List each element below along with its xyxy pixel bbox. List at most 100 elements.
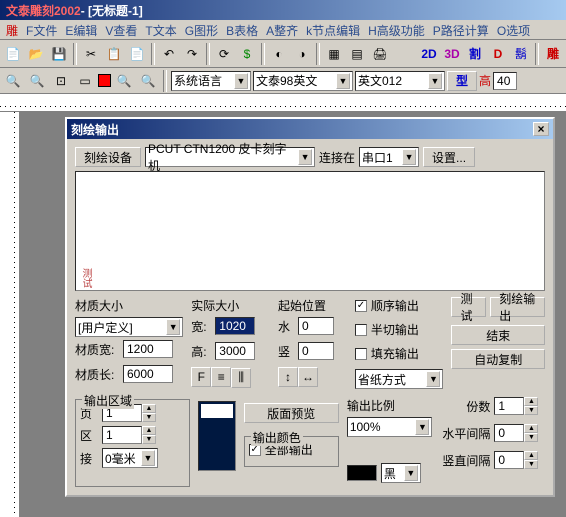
- mat-length-input[interactable]: [123, 365, 173, 383]
- thumb-preview: [198, 401, 236, 471]
- real-size-label: 实际大小: [191, 297, 270, 314]
- 3d-button[interactable]: 3D: [441, 43, 463, 65]
- font2-combo[interactable]: 英文012▼: [355, 71, 445, 91]
- real-width-input[interactable]: [215, 317, 255, 335]
- redo-icon[interactable]: ↷: [181, 43, 203, 65]
- close-icon[interactable]: ×: [533, 122, 549, 136]
- ruler-horizontal: [0, 94, 566, 112]
- font1-combo[interactable]: 文泰98英文▼: [253, 71, 353, 91]
- copies-up[interactable]: ▲: [524, 397, 538, 406]
- page-down[interactable]: ▼: [142, 413, 156, 422]
- start-x-input[interactable]: [298, 317, 334, 335]
- output-button[interactable]: 刻绘输出: [490, 297, 545, 317]
- refresh-icon[interactable]: ⟳: [213, 43, 235, 65]
- d-button[interactable]: D: [487, 43, 509, 65]
- cut-button[interactable]: 割: [464, 43, 486, 65]
- menu-graphic[interactable]: G图形: [185, 22, 218, 37]
- device-button[interactable]: 刻绘设备: [75, 147, 141, 167]
- vgap-down[interactable]: ▼: [524, 460, 538, 469]
- menu-advanced[interactable]: H高级功能: [368, 22, 425, 37]
- menu-carve[interactable]: 雕: [6, 22, 18, 37]
- hgap-input[interactable]: [494, 424, 524, 442]
- zone-down[interactable]: ▼: [142, 435, 156, 444]
- cut-icon[interactable]: ✂: [80, 43, 102, 65]
- seq-checkbox[interactable]: ✓: [355, 300, 367, 312]
- zoom-all-icon[interactable]: 🔍: [137, 70, 159, 92]
- copies-input[interactable]: [494, 397, 524, 415]
- half-checkbox[interactable]: [355, 324, 367, 336]
- zoom-sel-icon[interactable]: 🔍: [113, 70, 135, 92]
- ratio-combo[interactable]: 100%▼: [347, 417, 433, 437]
- page-up[interactable]: ▲: [142, 404, 156, 413]
- color-red[interactable]: [98, 74, 111, 87]
- menu-text[interactable]: T文本: [145, 22, 176, 37]
- undo-icon[interactable]: ↶: [158, 43, 180, 65]
- pos2-icon[interactable]: ↔: [298, 367, 318, 387]
- canvas[interactable]: 刻绘输出 × 刻绘设备 PCUT CTN1200 皮卡刻字机▼ 连接在 串口1▼…: [20, 112, 566, 517]
- menu-table[interactable]: B表格: [226, 22, 258, 37]
- zone-up[interactable]: ▲: [142, 426, 156, 435]
- vgap-up[interactable]: ▲: [524, 451, 538, 460]
- open-icon[interactable]: 📂: [25, 43, 47, 65]
- page-preview-button[interactable]: 版面预览: [244, 403, 339, 423]
- new-icon[interactable]: 📄: [2, 43, 24, 65]
- color-swatch[interactable]: [347, 465, 377, 481]
- copy-icon[interactable]: 📋: [103, 43, 125, 65]
- real-height-input[interactable]: [215, 342, 255, 360]
- paper-combo[interactable]: 省纸方式▼: [355, 369, 444, 389]
- pos1-icon[interactable]: ↕: [278, 367, 298, 387]
- color-combo[interactable]: 黑▼: [381, 463, 421, 483]
- type-button[interactable]: 型: [447, 71, 477, 91]
- menu-node[interactable]: k节点编辑: [306, 22, 360, 37]
- end-button[interactable]: 结束: [451, 325, 545, 345]
- dialog-titlebar[interactable]: 刻绘输出 ×: [67, 119, 553, 139]
- tool-icon[interactable]: ◐: [268, 43, 290, 65]
- zoom-out-icon[interactable]: 🔍: [26, 70, 48, 92]
- zoom-fit-icon[interactable]: ⊡: [50, 70, 72, 92]
- zoom-in-icon[interactable]: 🔍: [2, 70, 24, 92]
- auto-copy-button[interactable]: 自动复制: [451, 349, 545, 369]
- print-icon[interactable]: 🖨: [369, 43, 391, 65]
- menu-align[interactable]: A整齐: [266, 22, 298, 37]
- save-icon[interactable]: 💾: [48, 43, 70, 65]
- menu-options[interactable]: O选项: [497, 22, 530, 37]
- align-f-icon[interactable]: F: [191, 367, 211, 387]
- align-v-icon[interactable]: ⫼: [231, 368, 251, 388]
- height-input[interactable]: [493, 72, 517, 90]
- layer-icon[interactable]: ▤: [346, 43, 368, 65]
- zoom-page-icon[interactable]: ▭: [74, 70, 96, 92]
- 2d-button[interactable]: 2D: [418, 43, 440, 65]
- paste-icon[interactable]: 📄: [126, 43, 148, 65]
- lang-combo[interactable]: 系统语言▼: [171, 71, 251, 91]
- align-h-icon[interactable]: ≡: [211, 367, 231, 387]
- conn-combo[interactable]: 0毫米▼: [102, 448, 158, 468]
- start-y-input[interactable]: [298, 342, 334, 360]
- device-combo[interactable]: PCUT CTN1200 皮卡刻字机▼: [145, 147, 315, 167]
- hgap-down[interactable]: ▼: [524, 433, 538, 442]
- mat-custom-combo[interactable]: [用户定义]▼: [75, 317, 183, 337]
- settings-button[interactable]: 设置...: [423, 147, 475, 167]
- tool2-icon[interactable]: ◑: [291, 43, 313, 65]
- zone-input[interactable]: [102, 426, 142, 444]
- preview-mark: 测试: [78, 268, 93, 288]
- menubar: 雕 F文件 E编辑 V查看 T文本 G图形 B表格 A整齐 k节点编辑 H高级功…: [0, 20, 566, 40]
- toolbar-font: 🔍 🔍 ⊡ ▭ 🔍 🔍 系统语言▼ 文泰98英文▼ 英文012▼ 型 高: [0, 68, 566, 94]
- test-button[interactable]: 测试: [451, 297, 486, 317]
- dollar-icon[interactable]: $: [236, 43, 258, 65]
- menu-view[interactable]: V查看: [105, 22, 137, 37]
- menu-file[interactable]: F文件: [26, 22, 57, 37]
- grid-icon[interactable]: ▦: [323, 43, 345, 65]
- carve-button[interactable]: 雕: [542, 43, 564, 65]
- k-button[interactable]: 鬍: [510, 43, 532, 65]
- vgap-input[interactable]: [494, 451, 524, 469]
- fill-checkbox[interactable]: [355, 348, 367, 360]
- ratio-label: 输出比例: [347, 397, 433, 414]
- hgap-up[interactable]: ▲: [524, 424, 538, 433]
- copies-down[interactable]: ▼: [524, 406, 538, 415]
- port-combo[interactable]: 串口1▼: [359, 147, 419, 167]
- menu-edit[interactable]: E编辑: [65, 22, 97, 37]
- height-label: 高: [479, 72, 491, 89]
- out-area-label: 输出区域: [82, 392, 134, 409]
- menu-path[interactable]: P路径计算: [433, 22, 489, 37]
- mat-width-input[interactable]: [123, 340, 173, 358]
